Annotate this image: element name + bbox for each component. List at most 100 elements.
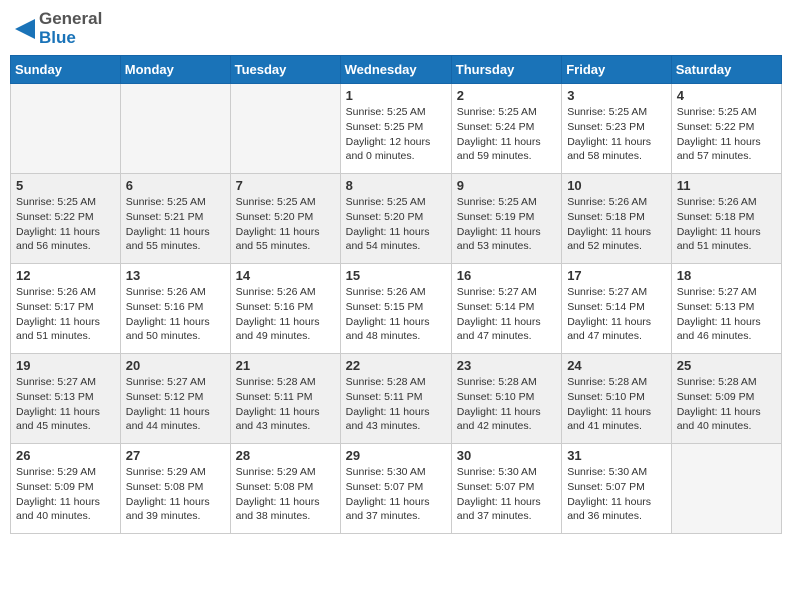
day-number: 10 bbox=[567, 178, 666, 193]
day-number: 2 bbox=[457, 88, 556, 103]
day-info: Sunrise: 5:30 AMSunset: 5:07 PMDaylight:… bbox=[567, 465, 666, 524]
day-info: Sunrise: 5:30 AMSunset: 5:07 PMDaylight:… bbox=[346, 465, 446, 524]
day-cell: 22Sunrise: 5:28 AMSunset: 5:11 PMDayligh… bbox=[340, 354, 451, 444]
day-cell: 17 Sunrise: 5:27 AMSunset: 5:14 PMDayligh… bbox=[562, 264, 672, 354]
day-cell: 23Sunrise: 5:28 AMSunset: 5:10 PMDayligh… bbox=[451, 354, 561, 444]
day-number: 28 bbox=[236, 448, 335, 463]
day-cell: 10 Sunrise: 5:26 AMSunset: 5:18 PMDayligh… bbox=[562, 174, 672, 264]
day-cell: 11 Sunrise: 5:26 AMSunset: 5:18 PMDayligh… bbox=[671, 174, 781, 264]
day-number: 13 bbox=[126, 268, 225, 283]
day-cell: 7Sunrise: 5:25 AMSunset: 5:20 PMDaylight… bbox=[230, 174, 340, 264]
day-cell: 26 Sunrise: 5:29 AMSunset: 5:09 PMDayligh… bbox=[11, 444, 121, 534]
day-info: Sunrise: 5:25 AMSunset: 5:24 PMDaylight:… bbox=[457, 105, 556, 164]
logo: General Blue bbox=[15, 10, 102, 47]
day-number: 8 bbox=[346, 178, 446, 193]
day-number: 29 bbox=[346, 448, 446, 463]
day-cell: 5Sunrise: 5:25 AMSunset: 5:22 PMDaylight… bbox=[11, 174, 121, 264]
day-cell: 1 Sunrise: 5:25 AMSunset: 5:25 PMDaylight… bbox=[340, 84, 451, 174]
day-cell: 21 Sunrise: 5:28 AMSunset: 5:11 PMDayligh… bbox=[230, 354, 340, 444]
day-cell: 16 Sunrise: 5:27 AMSunset: 5:14 PMDayligh… bbox=[451, 264, 561, 354]
day-number: 31 bbox=[567, 448, 666, 463]
day-info: Sunrise: 5:27 AMSunset: 5:12 PMDaylight:… bbox=[126, 375, 225, 434]
day-info: Sunrise: 5:28 AMSunset: 5:11 PMDaylight:… bbox=[236, 375, 335, 434]
day-number: 25 bbox=[677, 358, 776, 373]
day-info: Sunrise: 5:26 AMSunset: 5:17 PMDaylight:… bbox=[16, 285, 115, 344]
day-number: 26 bbox=[16, 448, 115, 463]
page-header: General Blue bbox=[10, 10, 782, 47]
day-number: 17 bbox=[567, 268, 666, 283]
day-number: 15 bbox=[346, 268, 446, 283]
day-info: Sunrise: 5:25 AMSunset: 5:23 PMDaylight:… bbox=[567, 105, 666, 164]
week-row-3: 12 Sunrise: 5:26 AMSunset: 5:17 PMDayligh… bbox=[11, 264, 782, 354]
day-cell: 14 Sunrise: 5:26 AMSunset: 5:16 PMDayligh… bbox=[230, 264, 340, 354]
day-info: Sunrise: 5:29 AMSunset: 5:08 PMDaylight:… bbox=[236, 465, 335, 524]
day-cell bbox=[11, 84, 121, 174]
day-number: 14 bbox=[236, 268, 335, 283]
day-cell: 27 Sunrise: 5:29 AMSunset: 5:08 PMDayligh… bbox=[120, 444, 230, 534]
day-number: 1 bbox=[346, 88, 446, 103]
day-cell: 15 Sunrise: 5:26 AMSunset: 5:15 PMDayligh… bbox=[340, 264, 451, 354]
day-cell bbox=[671, 444, 781, 534]
day-info: Sunrise: 5:25 AMSunset: 5:20 PMDaylight:… bbox=[346, 195, 446, 254]
week-row-4: 19Sunrise: 5:27 AMSunset: 5:13 PMDayligh… bbox=[11, 354, 782, 444]
day-cell: 28 Sunrise: 5:29 AMSunset: 5:08 PMDayligh… bbox=[230, 444, 340, 534]
day-cell: 8 Sunrise: 5:25 AMSunset: 5:20 PMDaylight… bbox=[340, 174, 451, 264]
day-info: Sunrise: 5:25 AMSunset: 5:22 PMDaylight:… bbox=[677, 105, 776, 164]
calendar: SundayMondayTuesdayWednesdayThursdayFrid… bbox=[10, 55, 782, 534]
day-number: 5 bbox=[16, 178, 115, 193]
day-cell: 2 Sunrise: 5:25 AMSunset: 5:24 PMDaylight… bbox=[451, 84, 561, 174]
week-row-1: 1 Sunrise: 5:25 AMSunset: 5:25 PMDaylight… bbox=[11, 84, 782, 174]
day-number: 3 bbox=[567, 88, 666, 103]
week-row-2: 5Sunrise: 5:25 AMSunset: 5:22 PMDaylight… bbox=[11, 174, 782, 264]
day-number: 6 bbox=[126, 178, 225, 193]
day-number: 16 bbox=[457, 268, 556, 283]
day-info: Sunrise: 5:29 AMSunset: 5:09 PMDaylight:… bbox=[16, 465, 115, 524]
day-info: Sunrise: 5:25 AMSunset: 5:19 PMDaylight:… bbox=[457, 195, 556, 254]
day-cell bbox=[230, 84, 340, 174]
day-info: Sunrise: 5:27 AMSunset: 5:14 PMDaylight:… bbox=[457, 285, 556, 344]
day-cell: 20 Sunrise: 5:27 AMSunset: 5:12 PMDayligh… bbox=[120, 354, 230, 444]
day-cell: 4Sunrise: 5:25 AMSunset: 5:22 PMDaylight… bbox=[671, 84, 781, 174]
day-number: 21 bbox=[236, 358, 335, 373]
day-info: Sunrise: 5:28 AMSunset: 5:09 PMDaylight:… bbox=[677, 375, 776, 434]
day-info: Sunrise: 5:26 AMSunset: 5:18 PMDaylight:… bbox=[677, 195, 776, 254]
day-number: 12 bbox=[16, 268, 115, 283]
day-cell: 9 Sunrise: 5:25 AMSunset: 5:19 PMDaylight… bbox=[451, 174, 561, 264]
day-info: Sunrise: 5:25 AMSunset: 5:20 PMDaylight:… bbox=[236, 195, 335, 254]
day-cell: 31 Sunrise: 5:30 AMSunset: 5:07 PMDayligh… bbox=[562, 444, 672, 534]
day-header-sunday: Sunday bbox=[11, 56, 121, 84]
day-header-friday: Friday bbox=[562, 56, 672, 84]
day-info: Sunrise: 5:27 AMSunset: 5:13 PMDaylight:… bbox=[16, 375, 115, 434]
day-number: 11 bbox=[677, 178, 776, 193]
day-info: Sunrise: 5:26 AMSunset: 5:16 PMDaylight:… bbox=[236, 285, 335, 344]
day-number: 20 bbox=[126, 358, 225, 373]
days-header-row: SundayMondayTuesdayWednesdayThursdayFrid… bbox=[11, 56, 782, 84]
day-cell: 19Sunrise: 5:27 AMSunset: 5:13 PMDayligh… bbox=[11, 354, 121, 444]
day-cell: 29 Sunrise: 5:30 AMSunset: 5:07 PMDayligh… bbox=[340, 444, 451, 534]
day-info: Sunrise: 5:26 AMSunset: 5:18 PMDaylight:… bbox=[567, 195, 666, 254]
day-info: Sunrise: 5:27 AMSunset: 5:13 PMDaylight:… bbox=[677, 285, 776, 344]
day-info: Sunrise: 5:28 AMSunset: 5:10 PMDaylight:… bbox=[567, 375, 666, 434]
day-info: Sunrise: 5:26 AMSunset: 5:16 PMDaylight:… bbox=[126, 285, 225, 344]
week-row-5: 26 Sunrise: 5:29 AMSunset: 5:09 PMDayligh… bbox=[11, 444, 782, 534]
day-info: Sunrise: 5:26 AMSunset: 5:15 PMDaylight:… bbox=[346, 285, 446, 344]
day-info: Sunrise: 5:25 AMSunset: 5:25 PMDaylight:… bbox=[346, 105, 446, 164]
day-info: Sunrise: 5:30 AMSunset: 5:07 PMDaylight:… bbox=[457, 465, 556, 524]
day-cell: 3 Sunrise: 5:25 AMSunset: 5:23 PMDaylight… bbox=[562, 84, 672, 174]
day-info: Sunrise: 5:29 AMSunset: 5:08 PMDaylight:… bbox=[126, 465, 225, 524]
logo-text: General Blue bbox=[39, 10, 102, 47]
day-number: 18 bbox=[677, 268, 776, 283]
day-cell: 13 Sunrise: 5:26 AMSunset: 5:16 PMDayligh… bbox=[120, 264, 230, 354]
day-number: 27 bbox=[126, 448, 225, 463]
day-header-thursday: Thursday bbox=[451, 56, 561, 84]
day-cell: 6 Sunrise: 5:25 AMSunset: 5:21 PMDaylight… bbox=[120, 174, 230, 264]
day-info: Sunrise: 5:25 AMSunset: 5:21 PMDaylight:… bbox=[126, 195, 225, 254]
day-info: Sunrise: 5:27 AMSunset: 5:14 PMDaylight:… bbox=[567, 285, 666, 344]
day-cell: 25 Sunrise: 5:28 AMSunset: 5:09 PMDayligh… bbox=[671, 354, 781, 444]
day-header-saturday: Saturday bbox=[671, 56, 781, 84]
logo-bird-icon bbox=[15, 11, 35, 47]
day-info: Sunrise: 5:28 AMSunset: 5:11 PMDaylight:… bbox=[346, 375, 446, 434]
day-number: 9 bbox=[457, 178, 556, 193]
day-cell: 12 Sunrise: 5:26 AMSunset: 5:17 PMDayligh… bbox=[11, 264, 121, 354]
day-number: 23 bbox=[457, 358, 556, 373]
